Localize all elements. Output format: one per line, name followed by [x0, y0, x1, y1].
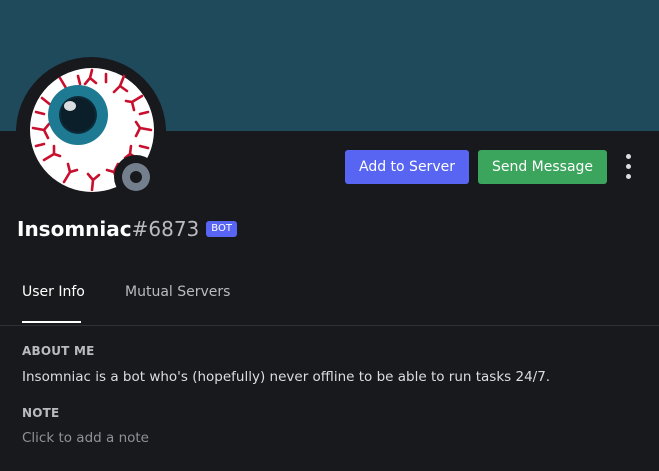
username: Insomniac: [17, 217, 132, 241]
about-me-heading: ABOUT ME: [22, 344, 95, 358]
user-profile-modal: Add to Server Send Message Insomniac #68…: [0, 0, 659, 471]
active-tab-indicator: [22, 321, 81, 323]
tab-mutual-servers[interactable]: Mutual Servers: [125, 282, 230, 302]
more-vertical-icon[interactable]: [618, 154, 640, 180]
bot-tag-badge: BOT: [206, 221, 237, 237]
note-input[interactable]: Click to add a note: [22, 430, 622, 450]
note-heading: NOTE: [22, 406, 60, 420]
avatar[interactable]: [16, 57, 166, 207]
offline-status-icon: [122, 163, 150, 191]
about-me-text: Insomniac is a bot who's (hopefully) nev…: [22, 369, 551, 385]
username-row: Insomniac #6873 BOT: [17, 214, 237, 244]
status-indicator: [114, 155, 158, 199]
add-to-server-button[interactable]: Add to Server: [345, 150, 469, 184]
profile-tabs: User Info Mutual Servers: [0, 270, 659, 326]
discriminator: #6873: [131, 217, 200, 241]
tab-user-info[interactable]: User Info: [22, 282, 85, 302]
send-message-button[interactable]: Send Message: [478, 150, 607, 184]
